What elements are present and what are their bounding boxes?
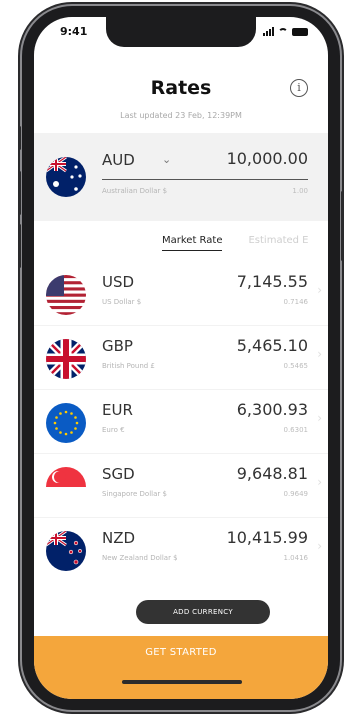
volume-down-button bbox=[18, 224, 21, 268]
chevron-right-icon: › bbox=[317, 539, 322, 553]
chevron-right-icon: › bbox=[317, 347, 322, 361]
currency-amount: 6,300.93 bbox=[236, 400, 308, 419]
info-icon[interactable]: i bbox=[290, 79, 308, 97]
last-updated-text: Last updated 23 Feb, 12:39PM bbox=[120, 111, 242, 120]
currency-name: British Pound £ bbox=[102, 362, 155, 370]
add-currency-button[interactable]: ADD CURRENCY bbox=[136, 600, 270, 624]
currency-amount: 7,145.55 bbox=[236, 272, 308, 291]
currency-row-sgd[interactable]: SGD 9,648.81 Singapore Dollar $ 0.9649 › bbox=[34, 453, 328, 518]
chevron-right-icon: › bbox=[317, 475, 322, 489]
base-amount-input[interactable]: 10,000.00 bbox=[227, 149, 308, 168]
currency-name: Euro € bbox=[102, 426, 125, 434]
base-currency-card[interactable]: AUD ⌄ 10,000.00 Australian Dollar $ 1.00 bbox=[34, 133, 328, 221]
get-started-button[interactable]: GET STARTED bbox=[34, 636, 328, 699]
currency-amount: 5,465.10 bbox=[236, 336, 308, 355]
chevron-down-icon[interactable]: ⌄ bbox=[162, 153, 171, 166]
signal-icon bbox=[263, 27, 274, 36]
currency-row-eur[interactable]: EUR 6,300.93 Euro € 0.6301 › bbox=[34, 389, 328, 454]
eu-flag-icon bbox=[46, 403, 86, 443]
currency-row-gbp[interactable]: GBP 5,465.10 British Pound £ 0.5465 › bbox=[34, 325, 328, 390]
currency-code: USD bbox=[102, 273, 135, 291]
wifi-icon bbox=[278, 28, 288, 36]
home-indicator bbox=[122, 680, 242, 684]
currency-amount: 10,415.99 bbox=[226, 528, 308, 547]
battery-icon bbox=[292, 28, 308, 36]
page-title: Rates bbox=[150, 77, 212, 99]
currency-rate: 1.0416 bbox=[283, 554, 309, 562]
currency-rate: 0.7146 bbox=[283, 298, 309, 306]
currency-name: New Zealand Dollar $ bbox=[102, 554, 178, 562]
app-screen: 9:41 Rates i Last updated 23 Feb, 12:39P… bbox=[34, 17, 328, 699]
currency-amount: 9,648.81 bbox=[236, 464, 308, 483]
amount-underline bbox=[102, 179, 308, 180]
notch bbox=[106, 17, 256, 47]
australia-flag-icon bbox=[46, 157, 86, 197]
currency-rate: 0.5465 bbox=[283, 362, 309, 370]
mute-switch bbox=[18, 126, 21, 150]
currency-row-usd[interactable]: USD 7,145.55 US Dollar $ 0.7146 › bbox=[34, 261, 328, 326]
currency-code: GBP bbox=[102, 337, 133, 355]
tab-market-rate[interactable]: Market Rate bbox=[162, 235, 223, 251]
currency-code: EUR bbox=[102, 401, 133, 419]
currency-rate: 0.9649 bbox=[283, 490, 309, 498]
currency-name: Singapore Dollar $ bbox=[102, 490, 167, 498]
chevron-right-icon: › bbox=[317, 411, 322, 425]
base-currency-name: Australian Dollar $ bbox=[102, 187, 168, 195]
volume-up-button bbox=[18, 171, 21, 215]
currency-name: US Dollar $ bbox=[102, 298, 142, 306]
new-zealand-flag-icon bbox=[46, 531, 86, 571]
currency-code: SGD bbox=[102, 465, 135, 483]
power-button bbox=[341, 191, 344, 261]
currency-rate: 0.6301 bbox=[283, 426, 309, 434]
status-icons bbox=[263, 27, 308, 36]
currency-code: NZD bbox=[102, 529, 136, 547]
tab-estimated[interactable]: Estimated E bbox=[248, 235, 308, 251]
singapore-flag-icon bbox=[46, 467, 86, 507]
rate-tabs: Market Rate Estimated E bbox=[162, 235, 309, 251]
chevron-right-icon: › bbox=[317, 283, 322, 297]
currency-row-nzd[interactable]: NZD 10,415.99 New Zealand Dollar $ 1.041… bbox=[34, 517, 328, 581]
base-currency-code: AUD bbox=[102, 151, 135, 169]
status-time: 9:41 bbox=[60, 25, 88, 38]
base-currency-rate: 1.00 bbox=[292, 187, 308, 195]
uk-flag-icon bbox=[46, 339, 86, 379]
usa-flag-icon bbox=[46, 275, 86, 315]
